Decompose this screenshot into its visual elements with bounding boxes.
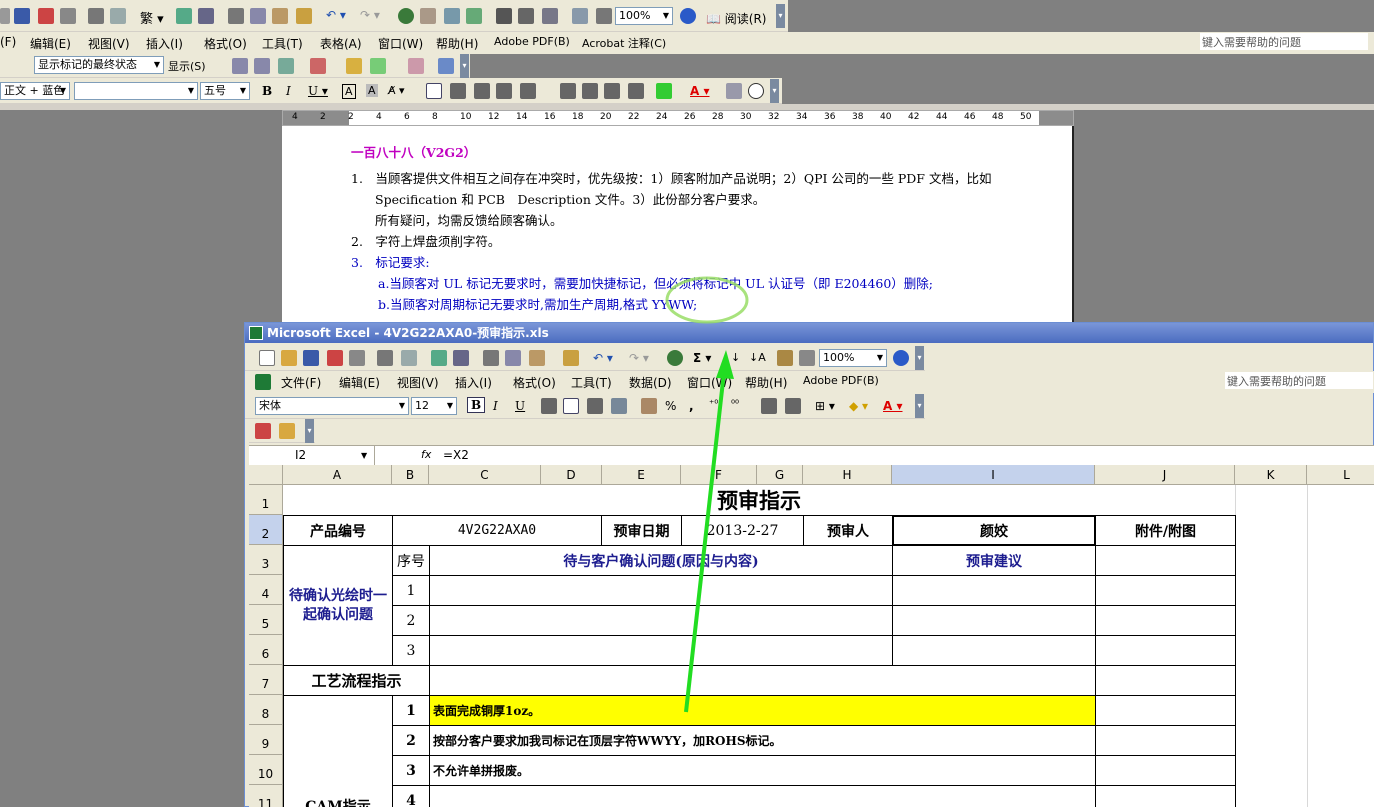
annotation-overlay xyxy=(665,276,749,713)
annotation-arrow-line xyxy=(684,371,726,713)
annotation-arrow-head xyxy=(716,350,734,379)
annotation-circle xyxy=(665,276,749,324)
desktop: 繁 ▾ ↶ ▾ ↷ ▾ 100% ▼ 📖 阅读(R) ▾ (F) 编辑(E) 视图… xyxy=(0,0,1374,807)
